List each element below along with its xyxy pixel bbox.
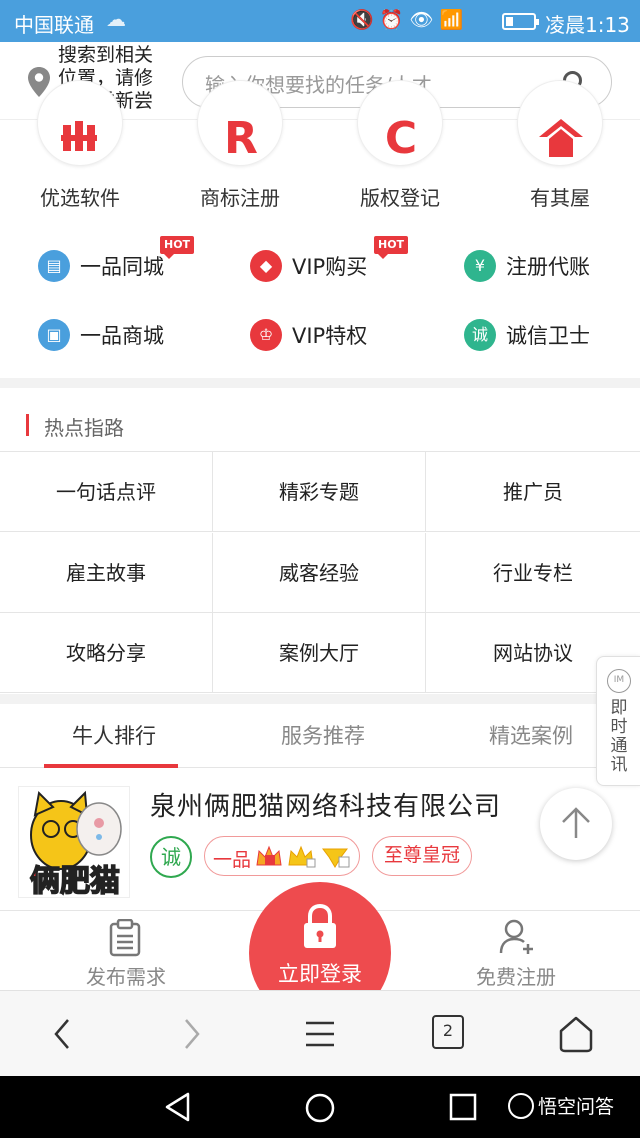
service-copyright[interactable]: C 版权登记 — [320, 80, 480, 220]
top-services: 优选软件 R 商标注册 C 版权登记 有其屋 — [0, 80, 640, 220]
copyright-c-icon: C — [357, 80, 443, 166]
quick-link-label: 注册代账 — [506, 255, 590, 279]
nav-home-icon[interactable] — [304, 1092, 336, 1124]
ranking-tabs: 牛人排行 服务推荐 精选案例 — [0, 704, 640, 768]
service-trademark[interactable]: R 商标注册 — [160, 80, 320, 220]
back-icon[interactable] — [50, 1017, 74, 1051]
tab-cases[interactable]: 精选案例 — [489, 720, 573, 750]
guide-item[interactable]: 雇主故事 — [0, 533, 213, 613]
section-accent-bar — [26, 414, 29, 436]
hot-guides-header: 热点指路 — [0, 388, 640, 452]
service-label: 优选软件 — [40, 186, 120, 210]
level-badge: 一品 — [204, 836, 360, 876]
tab-services[interactable]: 服务推荐 — [281, 720, 365, 750]
level-badge-label: 一品 — [213, 849, 252, 871]
tab-niuren[interactable]: 牛人排行 — [72, 720, 156, 750]
service-house[interactable]: 有其屋 — [480, 80, 640, 220]
crown-badge-icon: ♔ — [250, 319, 282, 351]
alarm-icon: ⏰ — [379, 9, 410, 31]
system-nav-bar: 悟空问答 — [0, 1076, 640, 1138]
crown-level-badge: 至尊皇冠 — [372, 836, 472, 876]
menu-icon[interactable] — [304, 1019, 336, 1049]
mute-icon: 🔇 — [350, 9, 380, 31]
active-tab-indicator — [44, 764, 178, 768]
nav-recents-icon[interactable] — [449, 1093, 477, 1121]
guide-item[interactable]: 案例大厅 — [213, 613, 426, 693]
quick-links: ▤ 一品同城 HOT ◆ VIP购买 HOT ¥ 注册代账 ▣ 一品商城 ♔ V… — [0, 226, 640, 374]
home-icon[interactable] — [558, 1015, 594, 1053]
diamond-icon: ◆ — [250, 250, 282, 282]
guide-item[interactable]: 行业专栏 — [426, 533, 640, 613]
back-to-top-button[interactable] — [540, 788, 612, 860]
quick-link-label: VIP购买 — [292, 255, 368, 279]
quick-link-label: 诚信卫士 — [506, 324, 590, 348]
im-icon: IM — [607, 669, 631, 693]
battery-icon — [502, 13, 539, 30]
hot-badge: HOT — [374, 236, 409, 259]
register-label: 免费注册 — [476, 965, 556, 989]
cat-logo-icon: 俩肥猫 — [19, 787, 129, 898]
watermark: 悟空问答 — [508, 1092, 614, 1119]
section-divider — [0, 694, 640, 704]
forward-icon[interactable] — [180, 1017, 204, 1051]
status-bar: 中国联通 ☁ 🔇⏰👁📶 凌晨1:13 — [0, 0, 640, 42]
wukong-logo-icon — [508, 1093, 534, 1119]
instant-message-tab[interactable]: IM 即时通讯 — [596, 656, 640, 786]
quick-link-label: VIP特权 — [292, 324, 368, 348]
house-icon — [517, 80, 603, 166]
status-icons: 🔇⏰👁📶 — [350, 8, 469, 31]
service-label: 有其屋 — [530, 186, 590, 210]
guide-item[interactable]: 一句话点评 — [0, 452, 213, 532]
cloud-icon: ☁ — [106, 7, 126, 31]
section-title: 热点指路 — [44, 416, 124, 440]
service-youxuan[interactable]: 优选软件 — [0, 80, 160, 220]
store-icon: ▤ — [38, 250, 70, 282]
youxuan-logo-icon — [37, 80, 123, 166]
quick-link-label: 一品商城 — [80, 324, 164, 348]
service-label: 商标注册 — [200, 186, 280, 210]
hot-badge: HOT — [160, 236, 195, 259]
im-label: 即时通讯 — [610, 698, 628, 775]
crown-icons — [256, 845, 350, 868]
guide-item[interactable]: 推广员 — [426, 452, 640, 532]
browser-toolbar: 2 — [0, 990, 640, 1076]
add-user-icon — [499, 919, 533, 954]
guide-item[interactable]: 威客经验 — [213, 533, 426, 613]
company-name: 泉州俩肥猫网络科技有限公司 — [150, 792, 502, 822]
hot-guides-grid: 一句话点评 精彩专题 推广员 雇主故事 威客经验 行业专栏 攻略分享 案例大厅 … — [0, 452, 640, 694]
watermark-text: 悟空问答 — [538, 1096, 615, 1118]
yen-doc-icon: ¥ — [464, 250, 496, 282]
company-logo: 俩肥猫 — [18, 786, 130, 898]
integrity-icon: 诚 — [464, 319, 496, 351]
screen: { "status_bar": { "carrier": "中国联通", "ti… — [0, 0, 640, 1138]
guide-item[interactable]: 精彩专题 — [213, 452, 426, 532]
carrier-label: 中国联通 — [14, 13, 94, 37]
integrity-badge: 诚 — [150, 836, 192, 878]
section-divider — [0, 378, 640, 388]
logo-text: 俩肥猫 — [30, 864, 120, 898]
guide-item[interactable]: 攻略分享 — [0, 613, 213, 693]
clipboard-icon — [109, 919, 141, 957]
eye-icon: 👁 — [409, 9, 440, 31]
quick-link-label: 一品同城 — [80, 255, 164, 279]
service-label: 版权登记 — [360, 186, 440, 210]
login-label: 立即登录 — [278, 962, 362, 986]
shopping-bag-icon: ▣ — [38, 319, 70, 351]
clock: 凌晨1:13 — [545, 13, 630, 37]
nav-back-icon[interactable] — [164, 1092, 192, 1122]
wifi-icon: 📶 — [439, 9, 470, 31]
tabs-button[interactable]: 2 — [432, 1015, 464, 1049]
lock-icon — [304, 904, 336, 948]
trademark-r-icon: R — [197, 80, 283, 166]
publish-label: 发布需求 — [86, 965, 166, 989]
arrow-up-icon — [562, 807, 590, 838]
tab-count: 2 — [442, 1021, 454, 1040]
